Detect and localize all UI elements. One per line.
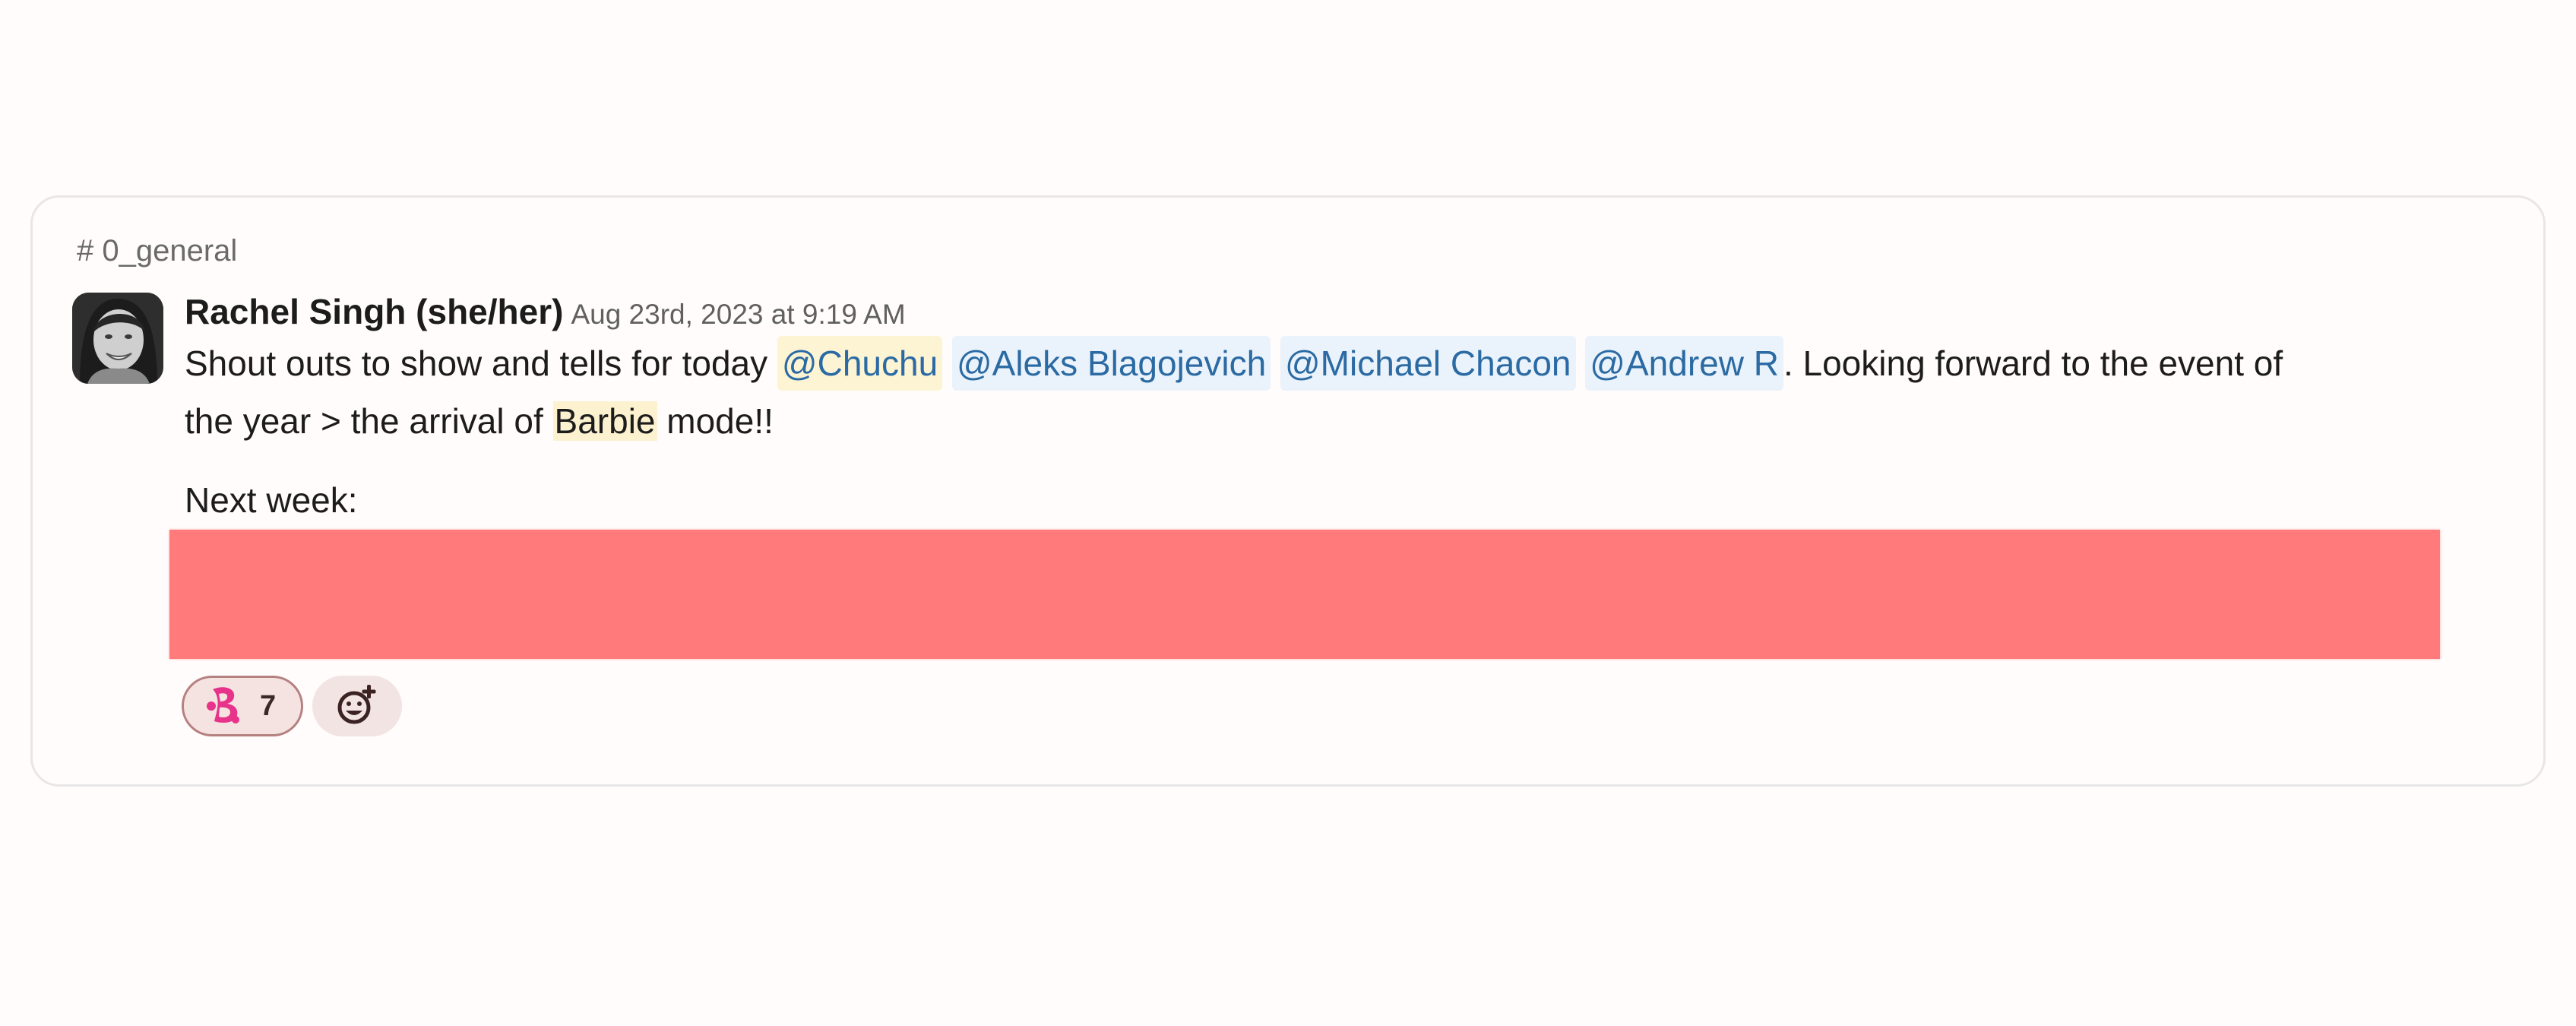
message-text: mode!! <box>657 401 774 441</box>
reaction-button[interactable]: 7 <box>182 676 303 736</box>
channel-name[interactable]: # 0_general <box>77 234 237 268</box>
add-reaction-icon <box>334 682 380 731</box>
mention-aleks-blagojevich[interactable]: @Aleks Blagojevich <box>951 336 1271 391</box>
message-text: the year > the arrival of <box>185 401 553 441</box>
highlighted-keyword: Barbie <box>552 401 657 441</box>
message-body: Shout outs to show and tells for today @… <box>185 334 2510 450</box>
mention-chuchu[interactable]: @Chuchu <box>777 336 943 391</box>
message-line-2: the year > the arrival of Barbie mode!! <box>185 392 2510 450</box>
message-text: Shout outs to show and tells for today <box>185 344 777 383</box>
add-reaction-button[interactable] <box>312 676 402 736</box>
message-card: # 0_general Rachel Singh (she/her) Aug 23… <box>30 195 2546 787</box>
next-week-label: Next week: <box>185 480 358 520</box>
message-line-1: Shout outs to show and tells for today @… <box>185 334 2510 392</box>
reaction-count: 7 <box>260 689 277 722</box>
mention-andrew-r[interactable]: @Andrew R <box>1585 336 1783 391</box>
mention-michael-chacon[interactable]: @Michael Chacon <box>1280 336 1576 391</box>
avatar-photo <box>72 293 163 384</box>
message-text: . Looking forward to the event of <box>1783 344 2283 383</box>
avatar[interactable] <box>72 293 163 384</box>
barbie-b-icon <box>202 683 245 730</box>
redacted-content <box>169 530 2440 659</box>
message-timestamp[interactable]: Aug 23rd, 2023 at 9:19 AM <box>571 299 905 330</box>
author-name[interactable]: Rachel Singh (she/her) <box>185 292 563 331</box>
